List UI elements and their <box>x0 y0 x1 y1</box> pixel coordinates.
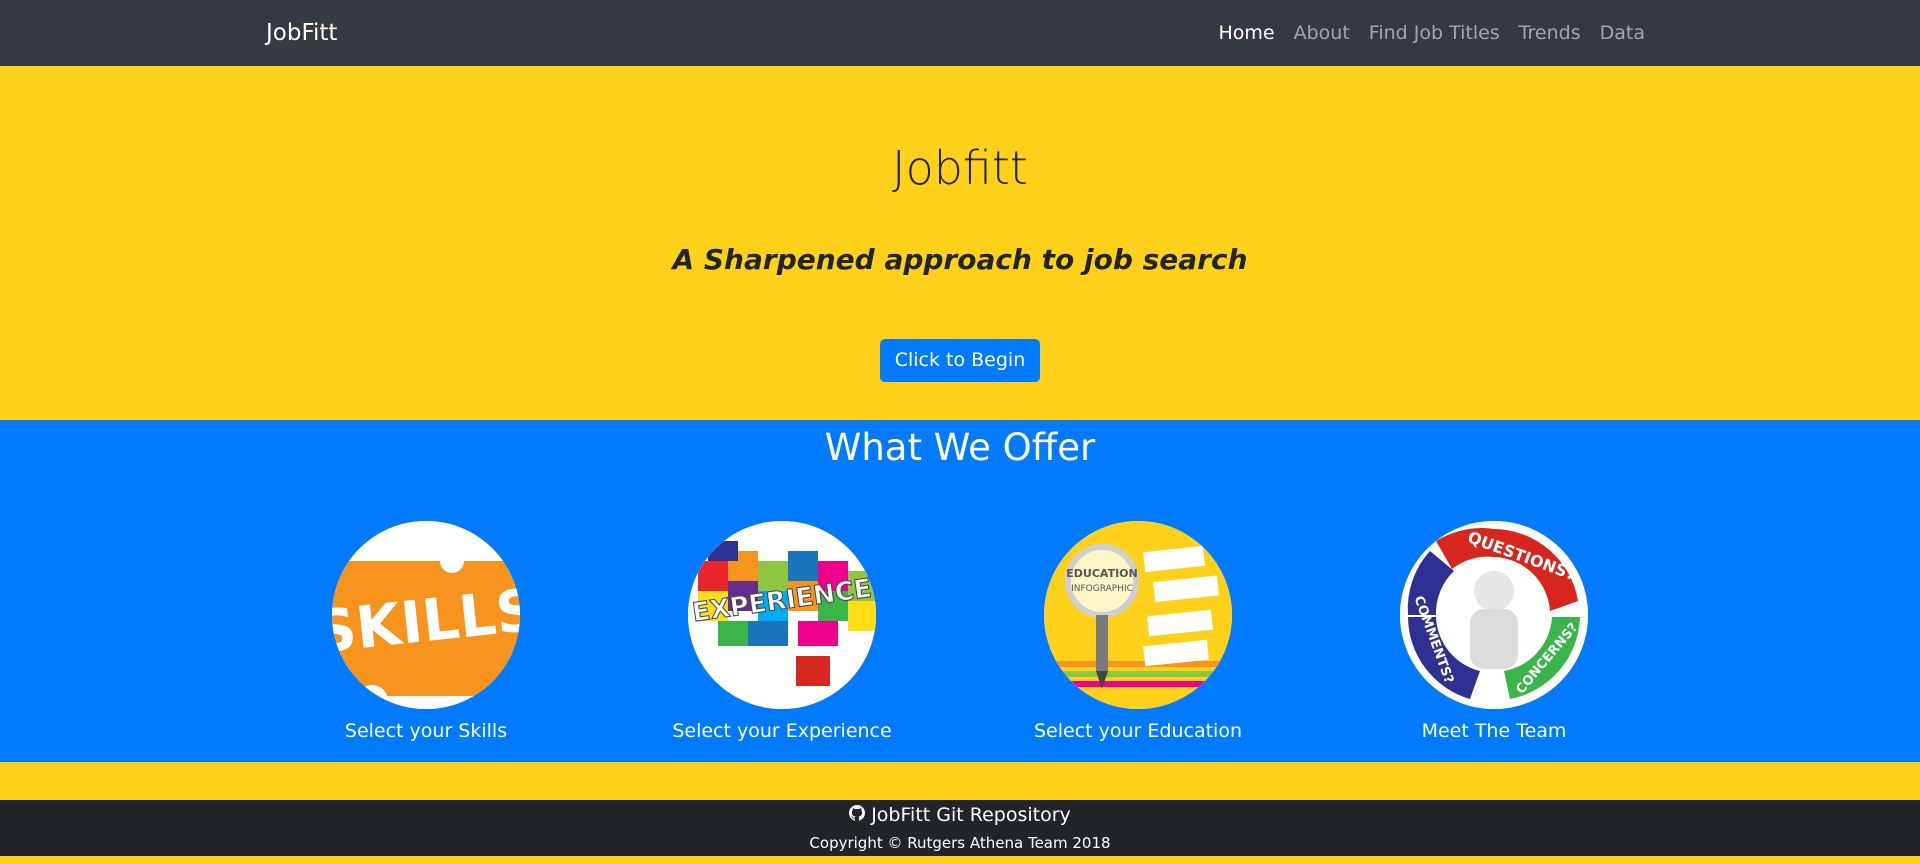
card-experience: EXPERIENCE Select your Experience <box>652 521 912 744</box>
github-icon <box>849 802 866 828</box>
brand-link[interactable]: JobFitt <box>266 18 337 48</box>
hero-title: Jobfitt <box>892 141 1028 195</box>
card-education-label[interactable]: Select your Education <box>1008 718 1268 744</box>
footer: JobFitt Git Repository Copyright © Rutge… <box>0 800 1920 856</box>
education-infographic-image[interactable]: EDUCATION INFOGRAPHIC <box>1044 521 1232 709</box>
card-skills: SKILLS Select your Skills <box>296 521 556 744</box>
svg-text:INFOGRAPHIC: INFOGRAPHIC <box>1071 584 1133 594</box>
repo-row: JobFitt Git Repository <box>0 802 1920 828</box>
begin-button[interactable]: Click to Begin <box>880 339 1040 382</box>
hero-section: Jobfitt A Sharpened approach to job sear… <box>0 66 1920 420</box>
questions-figure-image[interactable]: QUESTIONS? COMMENTS? CONCERNS? <box>1400 521 1588 709</box>
offer-title: What We Offer <box>824 426 1096 469</box>
card-skills-label[interactable]: Select your Skills <box>296 718 556 744</box>
experience-puzzle-image[interactable]: EXPERIENCE <box>688 521 876 709</box>
nav-find-job-titles[interactable]: Find Job Titles <box>1369 22 1500 44</box>
navbar: JobFitt Home About Find Job Titles Trend… <box>0 0 1920 66</box>
repo-link[interactable]: JobFitt Git Repository <box>849 802 1071 828</box>
nav-trends[interactable]: Trends <box>1519 22 1581 44</box>
hero-subtitle: A Sharpened approach to job search <box>672 243 1248 276</box>
nav-about[interactable]: About <box>1294 22 1350 44</box>
repo-link-label: JobFitt Git Repository <box>871 804 1071 826</box>
nav-menu: Home About Find Job Titles Trends Data <box>1219 19 1646 47</box>
offer-section: What We Offer SKILLS Select your Skills <box>0 420 1920 762</box>
card-experience-label[interactable]: Select your Experience <box>652 718 912 744</box>
skills-puzzle-image[interactable]: SKILLS <box>332 521 520 709</box>
card-education: EDUCATION INFOGRAPHIC Select your Educat… <box>1008 521 1268 744</box>
svg-text:EDUCATION: EDUCATION <box>1066 567 1137 580</box>
nav-home[interactable]: Home <box>1219 22 1275 44</box>
card-team-label[interactable]: Meet The Team <box>1364 718 1624 744</box>
card-team: QUESTIONS? COMMENTS? CONCERNS? Meet The … <box>1364 521 1624 744</box>
copyright-text: Copyright © Rutgers Athena Team 2018 <box>809 834 1111 852</box>
nav-data[interactable]: Data <box>1600 22 1645 44</box>
